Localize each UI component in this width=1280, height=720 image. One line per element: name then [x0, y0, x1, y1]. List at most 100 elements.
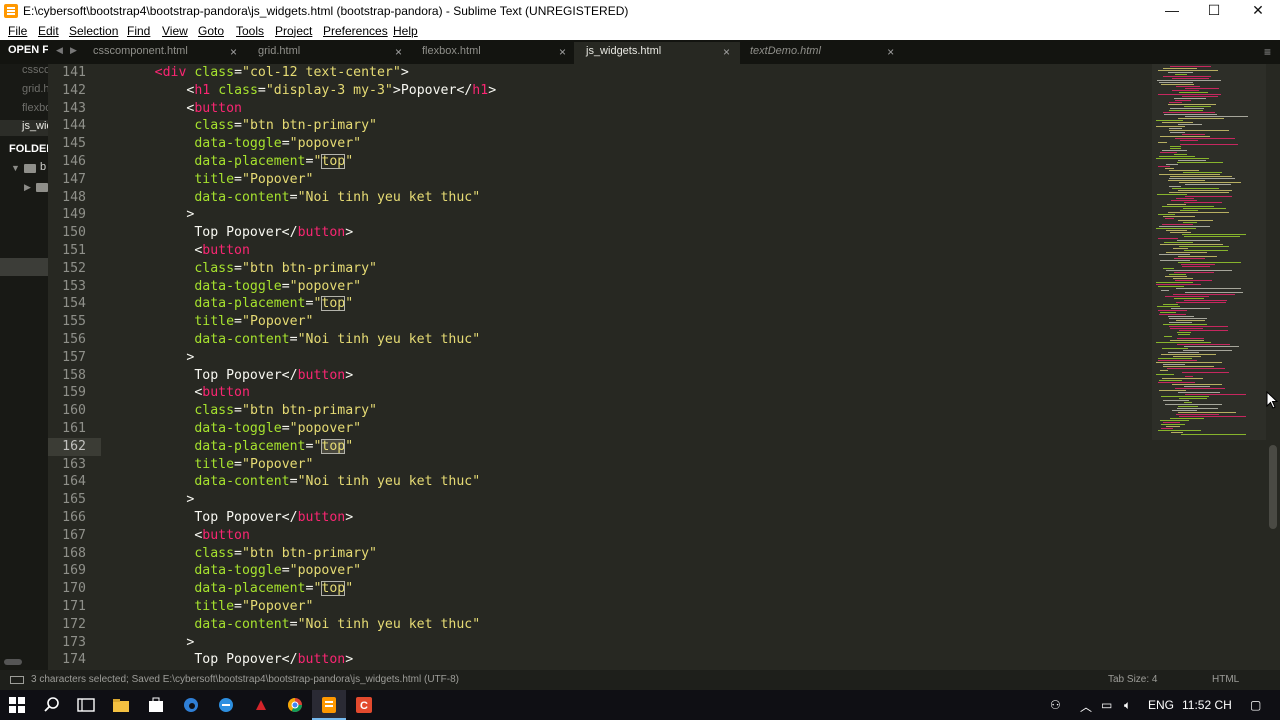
tab-scroll-right-icon[interactable]: ▶	[70, 45, 77, 56]
code-text[interactable]: data-content="Noi tinh yeu ket thuc"	[107, 189, 480, 207]
app-red-icon[interactable]	[244, 690, 278, 720]
code-text[interactable]: Top Popover</button>	[107, 224, 353, 242]
tab-grid[interactable]: grid.html ×	[246, 42, 412, 64]
tab-scroll-left-icon[interactable]: ◀	[56, 45, 63, 56]
menu-preferences[interactable]: Preferences	[323, 24, 388, 38]
tab-close-icon[interactable]: ×	[230, 45, 237, 59]
code-text[interactable]: <button	[107, 384, 250, 402]
notifications-icon[interactable]: ▢	[1250, 698, 1261, 712]
minimize-button[interactable]: —	[1150, 0, 1194, 22]
menu-file[interactable]: File	[8, 24, 27, 38]
minimap-line	[1171, 308, 1210, 309]
code-text[interactable]: data-toggle="popover"	[107, 420, 361, 438]
code-text[interactable]: data-toggle="popover"	[107, 562, 361, 580]
menu-tools[interactable]: Tools	[236, 24, 264, 38]
code-text[interactable]: data-toggle="popover"	[107, 278, 361, 296]
code-text[interactable]: class="btn btn-primary"	[107, 117, 377, 135]
menu-find[interactable]: Find	[127, 24, 150, 38]
messenger-icon[interactable]	[209, 690, 243, 720]
vertical-scrollbar[interactable]	[1266, 64, 1280, 670]
code-token: "popover"	[289, 136, 362, 152]
tab-close-icon[interactable]: ×	[559, 45, 566, 59]
close-button[interactable]: ✕	[1236, 0, 1280, 22]
panel-toggle-icon[interactable]	[10, 676, 24, 684]
code-text[interactable]: Top Popover</button>	[107, 509, 353, 527]
chrome-icon[interactable]	[278, 690, 312, 720]
code-text[interactable]: data-placement="top"	[107, 580, 353, 598]
code-text[interactable]: data-placement="top"	[107, 153, 353, 171]
code-text[interactable]: >	[107, 634, 194, 652]
code-editor[interactable]: 141 <div class="col-12 text-center"> 142 …	[48, 64, 1152, 670]
syntax-indicator[interactable]: HTML	[1212, 674, 1239, 685]
tab-close-icon[interactable]: ×	[723, 45, 730, 59]
code-text[interactable]: <button	[107, 242, 250, 260]
code-text[interactable]: >	[107, 349, 194, 367]
code-token: data-content	[194, 189, 290, 205]
menu-selection[interactable]: Selection	[69, 24, 118, 38]
code-text[interactable]: >	[107, 491, 194, 509]
code-text[interactable]: Top Popover</button>	[107, 651, 353, 669]
code-text[interactable]: Top Popover</button>	[107, 367, 353, 385]
minimap-line	[1178, 406, 1198, 407]
sublime-text-taskbar-icon[interactable]	[312, 690, 346, 720]
task-view-icon[interactable]	[69, 690, 103, 720]
code-text[interactable]: data-placement="top"	[107, 438, 353, 456]
open-file-item[interactable]: cssco	[22, 64, 48, 76]
open-file-item[interactable]: flexbo	[22, 102, 48, 114]
code-text[interactable]: data-toggle="popover"	[107, 135, 361, 153]
code-text[interactable]: <button	[107, 527, 250, 545]
collapse-arrow-icon[interactable]: ▶	[24, 182, 31, 193]
code-text[interactable]: <div class="col-12 text-center">	[107, 64, 409, 82]
expand-arrow-icon[interactable]: ▼	[11, 163, 20, 173]
tab-textdemo[interactable]: textDemo.html ×	[738, 42, 904, 64]
minimap[interactable]	[1152, 64, 1266, 670]
menu-view[interactable]: View	[162, 24, 188, 38]
show-hidden-icons-icon[interactable]: ︿	[1080, 698, 1092, 715]
tab-close-icon[interactable]: ×	[395, 45, 402, 59]
menu-edit[interactable]: Edit	[38, 24, 59, 38]
line-number: 171	[62, 599, 86, 614]
code-text[interactable]: title="Popover"	[107, 456, 313, 474]
language-indicator[interactable]: ENG	[1148, 698, 1174, 712]
windows-start-icon[interactable]	[0, 690, 34, 720]
tab-flexbox[interactable]: flexbox.html ×	[410, 42, 576, 64]
code-text[interactable]: <button	[107, 100, 242, 118]
code-text[interactable]: title="Popover"	[107, 313, 313, 331]
folder-label[interactable]: b	[40, 161, 46, 173]
menu-help[interactable]: Help	[393, 24, 418, 38]
scrollbar-thumb[interactable]	[1269, 445, 1277, 529]
search-icon[interactable]	[35, 690, 69, 720]
tab-menu-icon[interactable]: ≡	[1264, 45, 1271, 59]
open-file-item[interactable]: grid.h	[22, 83, 48, 95]
menu-goto[interactable]: Goto	[198, 24, 224, 38]
maximize-button[interactable]: ☐	[1192, 0, 1236, 22]
code-text[interactable]: <h1 class="display-3 my-3">Popover</h1>	[107, 82, 496, 100]
code-text[interactable]: title="Popover"	[107, 171, 313, 189]
sidebar-scrollbar[interactable]	[4, 659, 22, 665]
people-icon[interactable]: ⚇	[1050, 698, 1061, 712]
store-icon[interactable]	[139, 690, 173, 720]
tab-close-icon[interactable]: ×	[887, 45, 894, 59]
code-text[interactable]: data-content="Noi tinh yeu ket thuc"	[107, 331, 480, 349]
menu-project[interactable]: Project	[275, 24, 312, 38]
code-text[interactable]: data-content="Noi tinh yeu ket thuc"	[107, 616, 480, 634]
open-file-item-active[interactable]: js_wid	[0, 120, 48, 136]
edge-browser-icon[interactable]	[174, 690, 208, 720]
code-text[interactable]: class="btn btn-primary"	[107, 260, 377, 278]
battery-icon[interactable]: ▭	[1101, 698, 1112, 712]
tab-csscomponent[interactable]: csscomponent.html ×	[81, 42, 247, 64]
app-c-icon[interactable]: C	[347, 690, 381, 720]
code-text[interactable]: title="Popover"	[107, 598, 313, 616]
code-text[interactable]: >	[107, 206, 194, 224]
code-token: title	[194, 314, 235, 330]
file-explorer-icon[interactable]	[104, 690, 138, 720]
minimap-line	[1183, 172, 1222, 173]
tab-js-widgets[interactable]: js_widgets.html ×	[574, 42, 740, 64]
code-text[interactable]: data-content="Noi tinh yeu ket thuc"	[107, 473, 480, 491]
clock[interactable]: 11:52 CH	[1182, 698, 1232, 712]
code-text[interactable]: data-placement="top"	[107, 295, 353, 313]
code-text[interactable]: class="btn btn-primary"	[107, 545, 377, 563]
code-text[interactable]: class="btn btn-primary"	[107, 402, 377, 420]
volume-icon[interactable]: 🔈︎	[1124, 698, 1131, 713]
tab-size-indicator[interactable]: Tab Size: 4	[1108, 674, 1157, 685]
